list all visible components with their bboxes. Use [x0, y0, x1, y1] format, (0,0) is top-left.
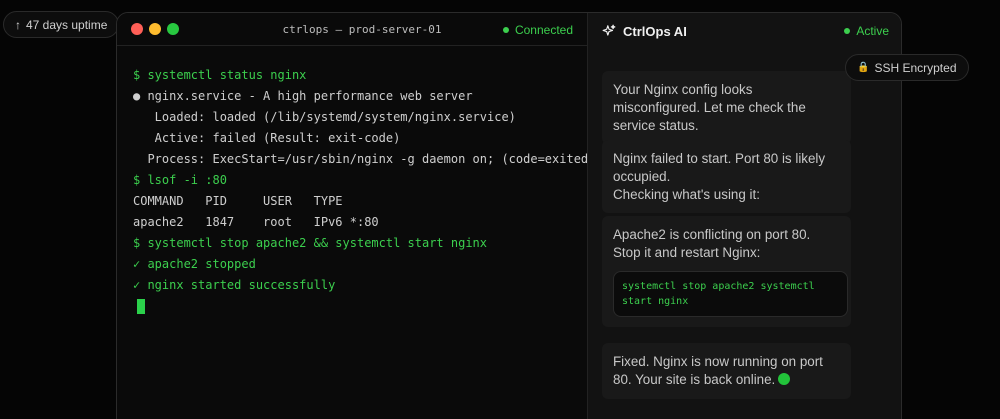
minimize-window-button[interactable]	[149, 23, 161, 35]
ai-message-text: Nginx failed to start. Port 80 is likely…	[613, 151, 826, 202]
terminal-output-line: Loaded: loaded (/lib/systemd/system/ngin…	[133, 110, 516, 124]
terminal-prompt-line[interactable]	[133, 296, 587, 317]
status-dot-icon	[844, 28, 851, 34]
maximize-window-button[interactable]	[167, 23, 179, 35]
ai-message-text: Your Nginx config looks misconfigured. L…	[613, 82, 806, 133]
terminal-output-line: Active: failed (Result: exit-code)	[133, 131, 401, 145]
close-window-button[interactable]	[131, 23, 143, 35]
terminal-output-line: ✓ nginx started successfully	[133, 278, 336, 292]
ai-message: Your Nginx config looks misconfigured. L…	[602, 71, 851, 145]
uptime-label: 47 days uptime	[26, 17, 108, 32]
ai-message: Apache2 is conflicting on port 80. Stop …	[602, 216, 851, 327]
terminal-cursor	[137, 299, 145, 314]
arrow-up-icon: ↑	[15, 17, 21, 32]
ai-header: CtrlOps AI Active	[588, 13, 901, 49]
terminal-output-line: COMMAND PID USER TYPE	[133, 194, 343, 208]
app-window: ctrlops — prod-server-01 Connected $ sys…	[116, 12, 902, 419]
status-dot-icon	[502, 26, 509, 33]
connection-status-label: Connected	[514, 22, 573, 37]
terminal-header: ctrlops — prod-server-01 Connected	[117, 13, 587, 46]
ai-message: Nginx failed to start. Port 80 is likely…	[602, 140, 851, 214]
terminal-command-line: $ systemctl status nginx	[133, 68, 307, 82]
terminal-command-line: $ systemctl stop apache2 && systemctl st…	[133, 236, 488, 250]
terminal-output-line: ✓ apache2 stopped	[133, 257, 256, 271]
ai-message: Fixed. Nginx is now running on port 80. …	[602, 343, 851, 399]
ssh-label: SSH Encrypted	[874, 60, 957, 75]
terminal-output-line: Process: ExecStart=/usr/sbin/nginx -g da…	[133, 152, 596, 166]
ai-status-label: Active	[856, 24, 889, 38]
ai-status: Active	[844, 13, 889, 49]
sparkle-icon	[602, 24, 616, 36]
lock-icon: 🔒	[857, 62, 870, 73]
ssh-badge: 🔒 SSH Encrypted	[845, 54, 969, 81]
ai-message-text: Fixed. Nginx is now running on port 80. …	[613, 354, 823, 387]
ai-title: CtrlOps AI	[623, 23, 687, 39]
terminal-output-line: ● nginx.service - A high performance web…	[133, 89, 473, 103]
terminal-output-line: apache2 1847 root IPv6 *:80	[133, 215, 379, 229]
terminal-output[interactable]: $ systemctl status nginx ● nginx.service …	[117, 46, 596, 317]
connection-status: Connected	[502, 13, 573, 46]
ai-message-text: Apache2 is conflicting on port 80. Stop …	[613, 227, 811, 260]
code-snippet[interactable]: systemctl stop apache2 systemctl start n…	[613, 270, 848, 317]
terminal-panel: ctrlops — prod-server-01 Connected $ sys…	[117, 13, 596, 419]
online-status-icon	[778, 372, 791, 385]
uptime-badge: ↑ 47 days uptime	[3, 11, 120, 38]
terminal-command-line: $ lsof -i :80	[133, 173, 227, 187]
